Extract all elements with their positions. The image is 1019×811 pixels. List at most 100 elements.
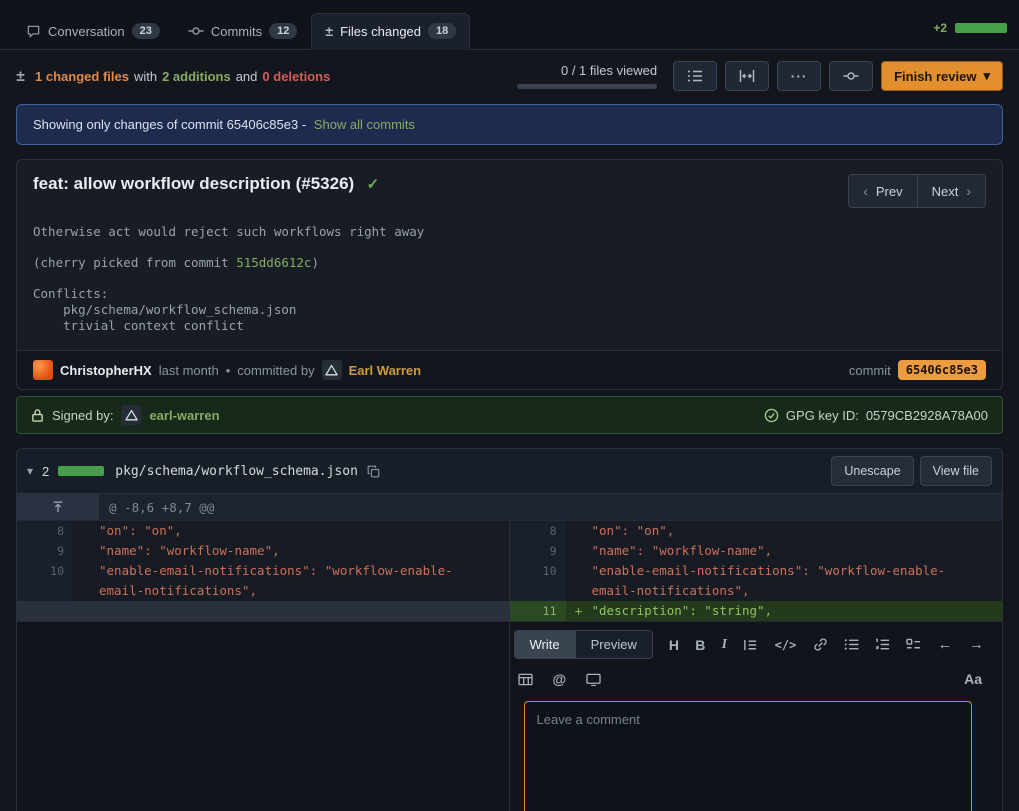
committer-avatar[interactable]: [322, 360, 342, 380]
diff-sign: [566, 541, 592, 561]
author-link[interactable]: ChristopherHX: [60, 363, 152, 378]
chevron-right-icon: ›: [966, 183, 971, 199]
write-tab[interactable]: Write: [515, 631, 575, 658]
line-number[interactable]: 10: [510, 561, 566, 601]
view-file-button[interactable]: View file: [920, 456, 992, 486]
split-diff: 8 "on": "on", 9 "name": "workflow-name",…: [17, 521, 1002, 621]
commit-card-header: feat: allow workflow description (#5326)…: [17, 160, 1002, 212]
diff-icon: ±: [16, 67, 25, 85]
inline-comment-row: Write Preview H B I </>: [17, 621, 1002, 811]
pr-diff-stats: +2: [933, 21, 1007, 49]
line-number[interactable]: 9: [17, 541, 73, 561]
commit-card: feat: allow workflow description (#5326)…: [16, 159, 1003, 390]
hunk-text: @ -8,6 +8,7 @@: [99, 494, 214, 520]
task-list-icon[interactable]: [906, 638, 921, 651]
pr-files-changed-page: Conversation 23 Commits 12 ± Files chang…: [0, 0, 1019, 811]
quote-icon[interactable]: [743, 638, 758, 652]
signature-banner: Signed by: earl-warren GPG key ID: 0579C…: [16, 396, 1003, 434]
finish-review-button[interactable]: Finish review ▾: [881, 61, 1003, 91]
banner-text: Showing only changes of commit 65406c85e…: [33, 117, 306, 132]
text-case-button[interactable]: Aa: [964, 671, 982, 687]
deletions-text: 0 deletions: [262, 69, 330, 84]
ellipsis-icon: ···: [791, 68, 808, 84]
tab-commits[interactable]: Commits 12: [174, 13, 312, 50]
unescape-button[interactable]: Unescape: [831, 456, 913, 486]
diff-line: 9 "name": "workflow-name",: [17, 541, 509, 561]
expand-hunk-button[interactable]: [17, 494, 99, 520]
code-line: "on": "on",: [592, 521, 1003, 541]
mention-icon[interactable]: @: [553, 671, 567, 687]
split-view-button[interactable]: [725, 61, 769, 91]
comment-textarea[interactable]: [524, 701, 973, 811]
markdown-toolbar: H B I </>: [669, 636, 984, 653]
collapse-file-icon[interactable]: ▾: [27, 464, 33, 478]
show-all-commits-link[interactable]: Show all commits: [314, 117, 415, 132]
gpg-key-info: GPG key ID: 0579CB2928A78A00: [764, 408, 988, 423]
cherry-pick-hash-link[interactable]: 515dd6612c: [236, 255, 311, 270]
diff-sign: [73, 521, 99, 541]
diff-file-box: ▾ 2 pkg/schema/workflow_schema.json Unes…: [16, 448, 1003, 811]
tab-commits-label: Commits: [211, 24, 262, 39]
lock-icon: [31, 408, 44, 423]
code-line: "on": "on",: [99, 521, 509, 541]
diff-sign: [73, 541, 99, 561]
commit-icon: [188, 23, 204, 39]
diff-options-button[interactable]: ···: [777, 61, 821, 91]
commit-label: commit: [849, 363, 891, 378]
diff-line: 10 "enable-email-notifications": "workfl…: [510, 561, 1003, 601]
cherry-pick-prefix: (cherry picked from commit: [33, 255, 236, 270]
changed-files-text: 1 changed files: [35, 69, 129, 84]
diff-sign: [73, 561, 99, 601]
committed-by-label: committed by: [237, 363, 314, 378]
check-icon: ✓: [367, 176, 380, 193]
file-tree-toggle-button[interactable]: [673, 61, 717, 91]
bold-icon[interactable]: B: [695, 637, 705, 653]
committer-link[interactable]: Earl Warren: [349, 363, 422, 378]
commit-select-button[interactable]: [829, 61, 873, 91]
unordered-list-icon[interactable]: [844, 638, 859, 651]
diff-summary-bar: ± 1 changed files with 2 additions and 0…: [0, 50, 1019, 98]
line-number[interactable]: 10: [17, 561, 73, 601]
signer-link[interactable]: earl-warren: [149, 408, 219, 423]
commit-hash-badge[interactable]: 65406c85e3: [898, 360, 986, 380]
commit-title: feat: allow workflow description (#5326): [33, 174, 354, 193]
heading-icon[interactable]: H: [669, 637, 679, 653]
commit-title-wrap: feat: allow workflow description (#5326)…: [33, 174, 379, 194]
code-line: "description": "string",: [592, 601, 1003, 621]
code-line: "enable-email-notifications": "workflow-…: [592, 561, 1003, 601]
arrow-right-icon[interactable]: →: [969, 636, 984, 653]
next-commit-button[interactable]: Next ›: [917, 175, 985, 207]
prev-commit-button[interactable]: ‹ Prev: [849, 175, 916, 207]
tab-files-changed[interactable]: ± Files changed 18: [311, 13, 470, 50]
author-avatar[interactable]: [33, 360, 53, 380]
hunk-header: @ -8,6 +8,7 @@: [17, 494, 1002, 521]
commit-author-row: ChristopherHX last month • committed by …: [17, 350, 1002, 389]
files-viewed: 0 / 1 files viewed: [517, 63, 657, 89]
diff-sign: [566, 561, 592, 601]
tab-conversation[interactable]: Conversation 23: [12, 13, 174, 50]
ordered-list-icon[interactable]: [875, 638, 890, 651]
copy-path-icon[interactable]: [367, 465, 380, 478]
comment-row-left: [17, 622, 510, 811]
signer-avatar[interactable]: [121, 405, 141, 425]
file-changes-count: 2: [42, 464, 49, 479]
files-viewed-label: 0 / 1 files viewed: [561, 63, 657, 78]
italic-icon[interactable]: I: [722, 637, 727, 653]
link-icon[interactable]: [813, 637, 828, 652]
with-text: with: [134, 69, 157, 84]
commits-count-badge: 12: [269, 23, 297, 39]
next-label: Next: [932, 184, 959, 199]
arrow-left-icon[interactable]: ←: [938, 636, 953, 653]
files-viewed-progress: [517, 84, 657, 89]
table-icon[interactable]: [518, 673, 533, 686]
line-number[interactable]: 11: [510, 601, 566, 621]
line-number[interactable]: 8: [17, 521, 73, 541]
preview-tab[interactable]: Preview: [575, 631, 652, 658]
line-number[interactable]: 9: [510, 541, 566, 561]
code-icon[interactable]: </>: [775, 638, 797, 652]
gpg-key-value: 0579CB2928A78A00: [866, 408, 988, 423]
line-number[interactable]: 8: [510, 521, 566, 541]
fullscreen-icon[interactable]: [586, 673, 601, 686]
caret-down-icon: ▾: [983, 68, 990, 84]
tab-conversation-label: Conversation: [48, 24, 125, 39]
